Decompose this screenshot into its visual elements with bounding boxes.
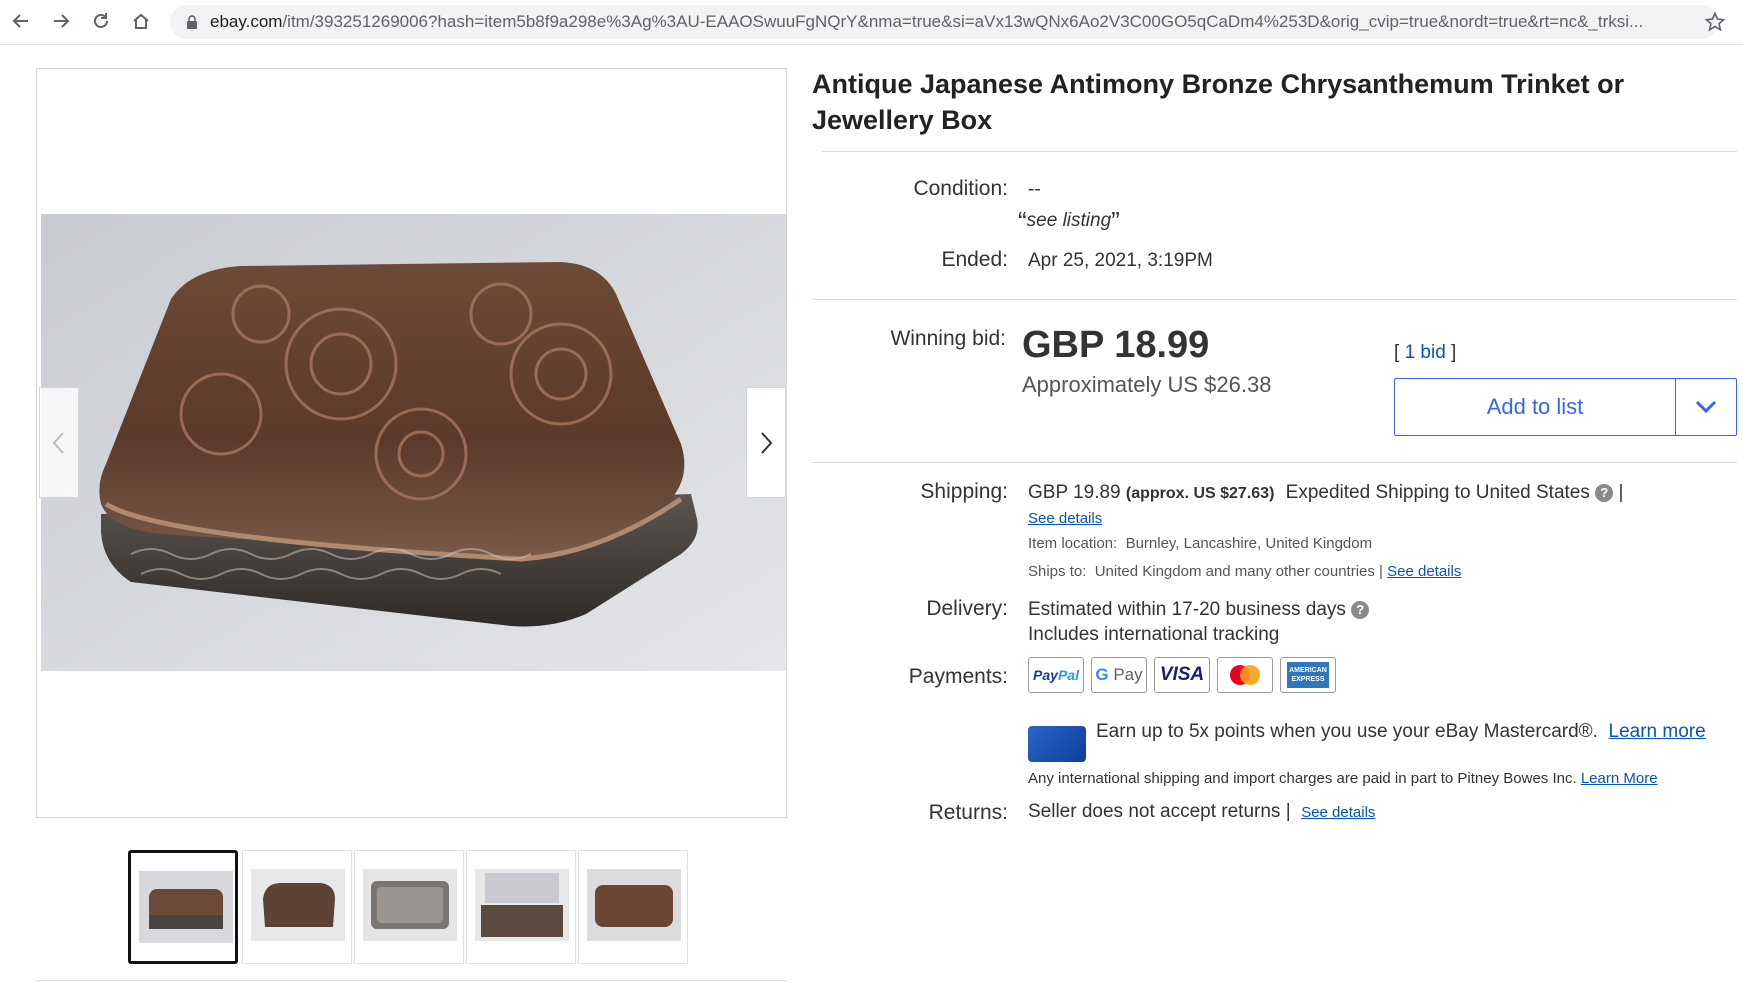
shipping-line: GBP 19.89 (approx. US $27.63) Expedited … bbox=[1028, 482, 1624, 503]
ended-divider bbox=[812, 299, 1737, 300]
chevron-right-icon bbox=[761, 431, 773, 454]
returns-see-details-link[interactable]: See details bbox=[1301, 804, 1375, 821]
promo-learn-more-link[interactable]: Learn more bbox=[1609, 721, 1706, 742]
item-location: Item location: Burnley, Lancashire, Unit… bbox=[1028, 535, 1372, 552]
shipping-service: Expedited Shipping to United States bbox=[1285, 482, 1590, 503]
thumbnail-1[interactable] bbox=[128, 850, 238, 964]
chevron-down-icon bbox=[1695, 400, 1717, 414]
mastercard-promo: Earn up to 5x points when you use your e… bbox=[1096, 719, 1736, 745]
thumbnail-4[interactable] bbox=[466, 850, 576, 964]
help-icon[interactable]: ? bbox=[1595, 483, 1614, 502]
international-note: Any international shipping and import ch… bbox=[1028, 770, 1658, 787]
international-learn-more-link[interactable]: Learn More bbox=[1581, 770, 1658, 787]
reload-icon[interactable] bbox=[88, 8, 114, 34]
ships-to-value: United Kingdom and many other countries … bbox=[1094, 563, 1383, 580]
next-image-button[interactable] bbox=[746, 387, 786, 498]
chevron-left-icon bbox=[52, 431, 64, 454]
condition-note: “see listing” bbox=[1018, 206, 1120, 236]
add-to-list-button[interactable]: Add to list bbox=[1394, 378, 1676, 436]
returns-value: Seller does not accept returns | See det… bbox=[1028, 801, 1375, 823]
delivery-line1: Estimated within 17-20 business days ? bbox=[1028, 599, 1370, 621]
url-path: /itm/393251269006?hash=item5b8f9a298e%3A… bbox=[282, 12, 1644, 31]
gallery-divider bbox=[36, 980, 787, 981]
shipping-see-details-link[interactable]: See details bbox=[1028, 510, 1102, 527]
condition-label: Condition: bbox=[913, 177, 1008, 200]
home-icon[interactable] bbox=[128, 8, 154, 34]
condition-value: -- bbox=[1028, 179, 1041, 200]
delivery-label: Delivery: bbox=[926, 597, 1008, 620]
google-pay-icon: G Pay bbox=[1091, 657, 1147, 693]
shipping-cost: GBP 19.89 bbox=[1028, 482, 1121, 503]
american-express-icon: AMERICAN EXPRESS bbox=[1280, 657, 1336, 693]
condition-note-text: see listing bbox=[1026, 210, 1112, 231]
image-gallery bbox=[36, 68, 787, 818]
add-to-list-dropdown[interactable] bbox=[1676, 378, 1737, 436]
url-text: ebay.com/itm/393251269006?hash=item5b8f9… bbox=[210, 5, 1690, 39]
paypal-icon: PayPal bbox=[1028, 657, 1084, 693]
mastercard-promo-text: Earn up to 5x points when you use your e… bbox=[1096, 721, 1598, 742]
returns-policy: Seller does not accept returns | bbox=[1028, 801, 1291, 822]
previous-image-button[interactable] bbox=[39, 387, 79, 498]
delivery-help-icon[interactable]: ? bbox=[1351, 600, 1370, 619]
bookmark-star-icon[interactable] bbox=[1704, 11, 1726, 33]
forward-arrow-icon[interactable] bbox=[48, 8, 74, 34]
ebay-mastercard-image bbox=[1028, 726, 1086, 762]
approx-price: Approximately US $26.38 bbox=[1022, 372, 1272, 397]
ended-label: Ended: bbox=[941, 248, 1008, 271]
international-note-text: Any international shipping and import ch… bbox=[1028, 770, 1577, 787]
payments-label: Payments: bbox=[908, 665, 1008, 688]
returns-label: Returns: bbox=[928, 801, 1008, 824]
ships-to: Ships to: United Kingdom and many other … bbox=[1028, 563, 1461, 580]
bid-count-link[interactable]: 1 bid bbox=[1405, 342, 1446, 363]
item-location-label: Item location: bbox=[1028, 535, 1118, 552]
lock-icon bbox=[187, 15, 197, 29]
ships-to-see-details-link[interactable]: See details bbox=[1387, 563, 1461, 580]
bid-count: [ 1 bid ] bbox=[1394, 342, 1457, 363]
shipping-approx: (approx. US $27.63) bbox=[1125, 485, 1275, 502]
ended-value: Apr 25, 2021, 3:19PM bbox=[1028, 250, 1213, 271]
ships-to-label: Ships to: bbox=[1028, 563, 1087, 580]
winning-bid-price: GBP 18.99 bbox=[1022, 324, 1210, 366]
item-location-value: Burnley, Lancashire, United Kingdom bbox=[1125, 535, 1373, 552]
delivery-estimate: Estimated within 17-20 business days bbox=[1028, 599, 1346, 620]
address-bar[interactable]: ebay.com/itm/393251269006?hash=item5b8f9… bbox=[170, 5, 1726, 39]
shipping-see-details: See details bbox=[1028, 510, 1102, 527]
thumbnail-3[interactable] bbox=[354, 850, 464, 964]
price-divider bbox=[812, 462, 1737, 463]
title-divider bbox=[822, 151, 1737, 152]
thumbnail-5[interactable] bbox=[578, 850, 688, 964]
shipping-label: Shipping: bbox=[920, 480, 1008, 503]
thumbnail-2[interactable] bbox=[242, 850, 352, 964]
browser-toolbar: ebay.com/itm/393251269006?hash=item5b8f9… bbox=[0, 0, 1743, 45]
delivery-tracking: Includes international tracking bbox=[1028, 624, 1280, 645]
back-arrow-icon[interactable] bbox=[8, 8, 34, 34]
url-host: ebay.com bbox=[210, 12, 283, 31]
listing-title: Antique Japanese Antimony Bronze Chrysan… bbox=[812, 69, 1625, 135]
visa-icon: VISA bbox=[1154, 657, 1210, 693]
main-product-image[interactable] bbox=[41, 214, 786, 671]
winning-bid-label: Winning bid: bbox=[890, 327, 1006, 350]
mastercard-icon bbox=[1217, 657, 1273, 693]
